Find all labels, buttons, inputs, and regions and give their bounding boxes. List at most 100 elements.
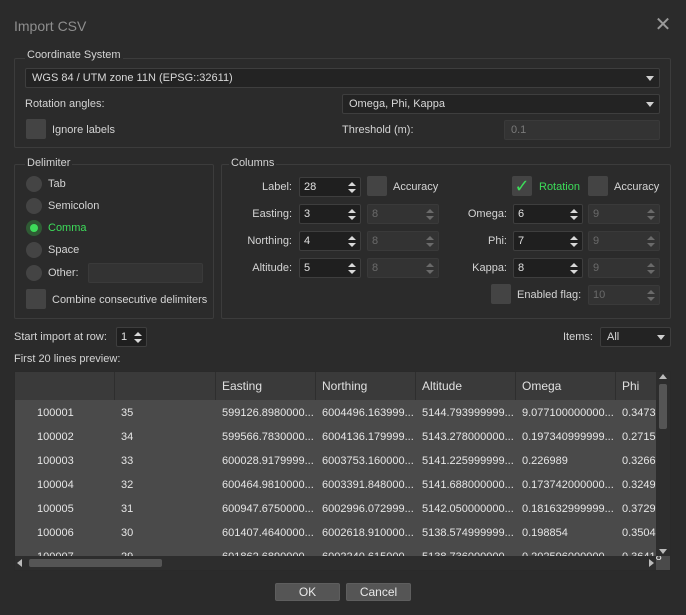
combine-delimiters-checkbox[interactable] [26,289,46,309]
easting-accuracy-spinbox[interactable]: 8 [367,204,439,224]
table-row[interactable]: 100002 34 599566.7830000... 6004136.179999.… [15,425,662,449]
radio-semicolon[interactable] [26,198,42,214]
radio-comma-label: Comma [48,222,87,234]
columns-title: Columns [229,157,277,169]
phi-spinbox[interactable]: 7 [513,231,583,251]
table-row[interactable]: 100006 30 601407.4640000... 6002618.910000.… [15,521,662,545]
coordinate-system-title: Coordinate System [25,49,123,61]
ok-button[interactable]: OK [275,583,340,601]
table-row[interactable]: 100001 35 599126.8980000... 6004496.163999.… [15,401,662,425]
easting-spinbox[interactable]: 3 [299,204,361,224]
table-cell: 30 [121,527,134,539]
kappa-accuracy-spinbox[interactable]: 9 [588,258,660,278]
enabled-flag-checkbox[interactable] [491,284,511,304]
column-header[interactable] [15,372,115,400]
table-cell: 600464.9810000... [222,479,314,491]
table-cell: 601407.4640000... [222,527,314,539]
table-row[interactable]: 100005 31 600947.6750000... 6002996.072999.… [15,497,662,521]
close-icon[interactable]: ✕ [652,14,674,36]
chevron-down-icon [646,76,654,81]
scroll-left-icon[interactable] [17,559,22,567]
omega-label: Omega: [467,208,507,220]
other-delimiter-input[interactable] [88,263,203,283]
vertical-scrollbar[interactable] [656,372,670,556]
items-label: Items: [563,331,593,343]
radio-other-label: Other: [48,267,79,279]
radio-space-label: Space [48,244,80,256]
omega-spinbox[interactable]: 6 [513,204,583,224]
table-cell: 6002996.072999... [322,503,414,515]
radio-semicolon-label: Semicolon [48,200,100,212]
table-header: Easting Northing Altitude Omega Phi [15,372,658,400]
threshold-field[interactable]: 0.1 [504,120,660,140]
items-select[interactable]: All [600,327,671,347]
table-cell: 0.226989 [522,455,568,467]
table-cell: 5141.225999999... [422,455,514,467]
altitude-label: Altitude: [252,262,292,274]
northing-accuracy-spinbox[interactable]: 8 [367,231,439,251]
column-header[interactable]: Altitude [416,372,516,400]
table-cell: 6003753.160000... [322,455,414,467]
table-cell: 33 [121,455,134,467]
chevron-down-icon [646,102,654,107]
crs-select[interactable]: WGS 84 / UTM zone 11N (EPSG::32611) [25,68,660,88]
table-cell: 5142.050000000... [422,503,514,515]
combine-delimiters-label: Combine consecutive delimiters [52,294,208,306]
dialog-title: Import CSV [14,18,87,34]
horizontal-scrollbar[interactable] [15,556,656,570]
label-col-spinbox[interactable]: 28 [299,177,361,197]
enabled-flag-spinbox[interactable]: 10 [588,285,660,305]
table-cell: 35 [121,407,134,419]
table-cell: 599126.8980000... [222,407,314,419]
kappa-spinbox[interactable]: 8 [513,258,583,278]
kappa-label: Kappa: [472,262,507,274]
table-cell: 5141.688000000... [422,479,514,491]
preview-table[interactable]: Easting Northing Altitude Omega Phi 1000… [14,371,671,571]
table-cell: 100006 [37,527,74,539]
phi-accuracy-spinbox[interactable]: 9 [588,231,660,251]
rotation-angles-select[interactable]: Omega, Phi, Kappa [342,94,660,114]
table-cell: 9.077100000000... [522,407,614,419]
column-header[interactable] [115,372,216,400]
table-cell: 34 [121,431,134,443]
altitude-spinbox[interactable]: 5 [299,258,361,278]
altitude-accuracy-spinbox[interactable]: 8 [367,258,439,278]
column-header[interactable]: Easting [216,372,316,400]
ignore-labels-checkbox[interactable] [26,119,46,139]
crs-value: WGS 84 / UTM zone 11N (EPSG::32611) [32,72,233,84]
table-cell: 5144.793999999... [422,407,514,419]
table-row[interactable]: 100003 33 600028.9179999... 6003753.160000.… [15,449,662,473]
rotation-checkbox[interactable]: ✓ [512,176,532,196]
label-col-label: Label: [262,181,292,193]
column-header[interactable]: Northing [316,372,416,400]
northing-spinbox[interactable]: 4 [299,231,361,251]
table-cell: 6002618.910000... [322,527,414,539]
scroll-down-icon[interactable] [659,549,667,554]
table-cell: 100002 [37,431,74,443]
radio-other[interactable] [26,265,42,281]
label-accuracy-checkbox[interactable] [367,176,387,196]
scroll-up-icon[interactable] [659,374,667,379]
cancel-button[interactable]: Cancel [346,583,411,601]
rotation-accuracy-label: Accuracy [614,181,660,193]
rotation-label: Rotation [539,181,580,193]
easting-label: Easting: [252,208,292,220]
radio-comma[interactable] [26,220,42,236]
table-cell: 5143.278000000... [422,431,514,443]
column-header[interactable]: Omega [516,372,616,400]
start-row-spinbox[interactable]: 1 [116,327,147,347]
preview-label: First 20 lines preview: [14,353,121,365]
scrollbar-thumb[interactable] [659,384,667,429]
table-cell: 100003 [37,455,74,467]
radio-tab[interactable] [26,176,42,192]
table-cell: 100005 [37,503,74,515]
scroll-right-icon[interactable] [649,559,654,567]
scrollbar-thumb[interactable] [29,559,162,567]
rotation-angles-value: Omega, Phi, Kappa [349,98,446,110]
omega-accuracy-spinbox[interactable]: 9 [588,204,660,224]
items-value: All [607,331,620,343]
radio-space[interactable] [26,242,42,258]
table-row[interactable]: 100004 32 600464.9810000... 6003391.848000.… [15,473,662,497]
rotation-accuracy-checkbox[interactable] [588,176,608,196]
checkmark-icon: ✓ [514,176,530,196]
